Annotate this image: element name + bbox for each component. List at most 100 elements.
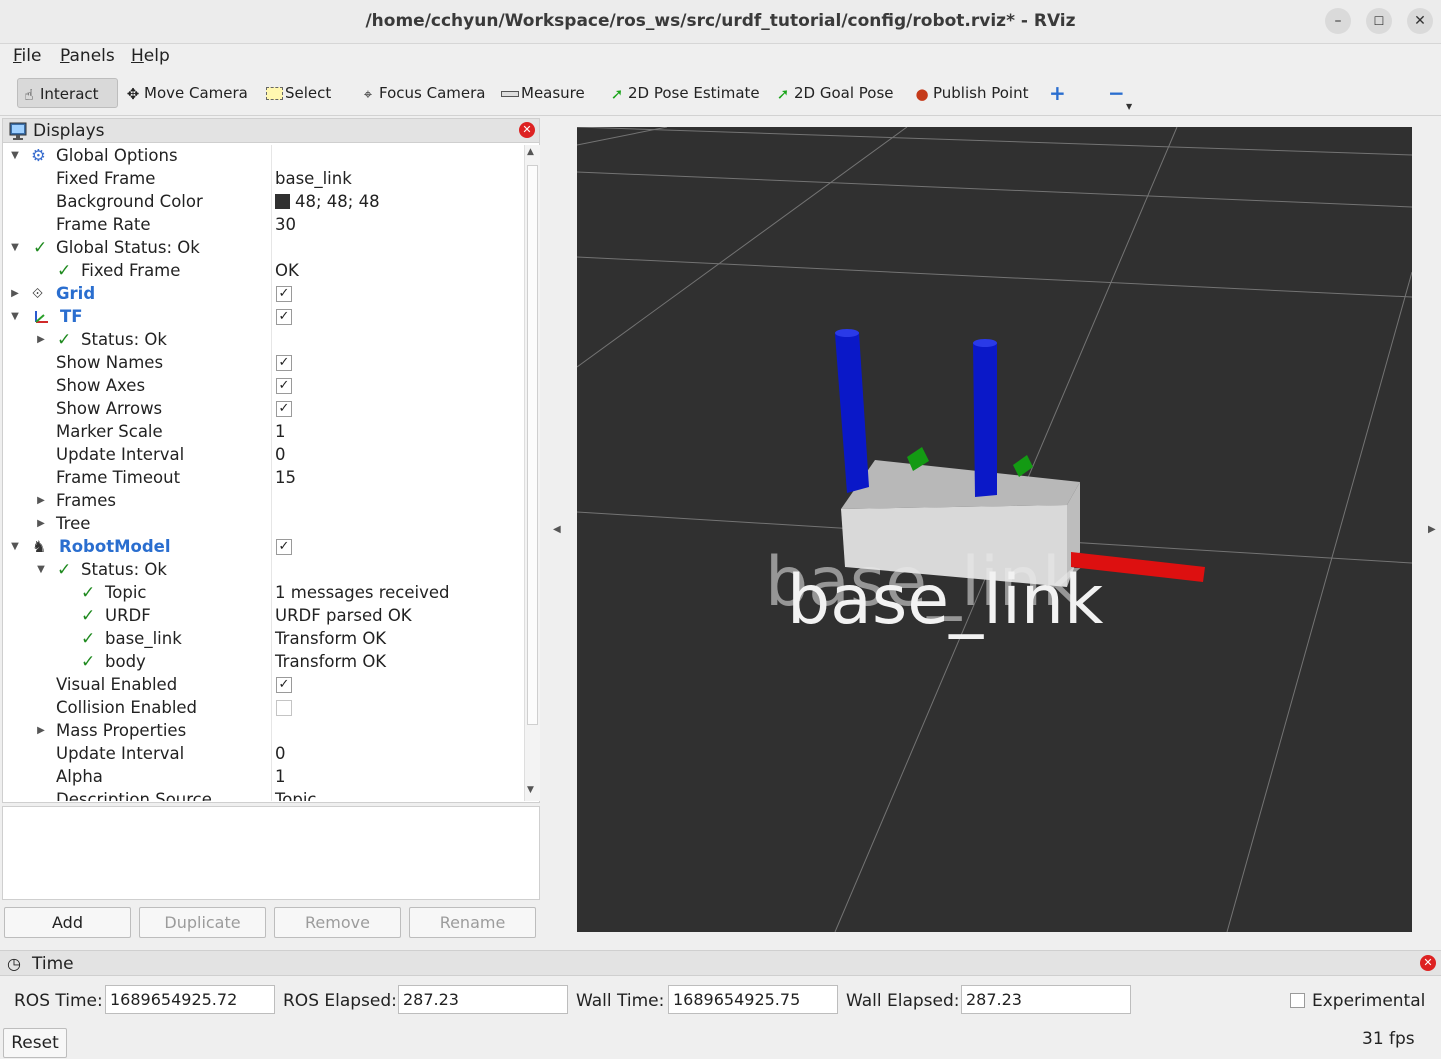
expand-arrow-icon[interactable]: ▶ xyxy=(9,283,21,305)
tree-row-marker-scale[interactable]: Marker Scale 1 xyxy=(3,421,523,444)
select-tool[interactable]: Select xyxy=(263,78,331,108)
close-panel-icon[interactable]: ✕ xyxy=(1420,955,1436,971)
tree-row-update-interval[interactable]: Update Interval 0 xyxy=(3,444,523,467)
tree-value[interactable]: 15 xyxy=(275,467,296,489)
tree-row-status-fixed-frame[interactable]: ✓ Fixed Frame OK xyxy=(3,260,523,283)
tree-row-frames[interactable]: ▶ Frames xyxy=(3,490,523,513)
tree-row-show-names[interactable]: Show Names ✓ xyxy=(3,352,523,375)
tree-value[interactable]: Topic xyxy=(275,789,317,801)
tree-row-fixed-frame[interactable]: Fixed Frame base_link xyxy=(3,168,523,191)
scroll-down-icon[interactable]: ▼ xyxy=(527,785,534,795)
menu-file-accel: F xyxy=(13,46,22,66)
collapse-left-icon[interactable]: ◀ xyxy=(553,524,561,535)
maximize-icon[interactable]: ☐ xyxy=(1366,8,1392,34)
publish-point-tool[interactable]: ● Publish Point xyxy=(911,78,1028,108)
tree-label: Status: Ok xyxy=(81,330,167,349)
tree-row-base-link[interactable]: ✓ base_link Transform OK xyxy=(3,628,523,651)
expand-arrow-icon[interactable]: ▼ xyxy=(9,145,21,167)
tree-row-background-color[interactable]: Background Color 48; 48; 48 xyxy=(3,191,523,214)
tree-value[interactable]: base_link xyxy=(275,168,352,190)
render-scene[interactable]: base_link base_link xyxy=(577,127,1412,932)
tree-value[interactable]: 48; 48; 48 xyxy=(275,191,380,213)
displays-scrollbar[interactable]: ▲ ▼ xyxy=(524,145,540,801)
tree-row-global-status[interactable]: ▼ ✓ Global Status: Ok xyxy=(3,237,523,260)
scroll-up-icon[interactable]: ▲ xyxy=(527,147,534,157)
expand-arrow-icon[interactable]: ▼ xyxy=(9,536,21,558)
grid-checkbox[interactable]: ✓ xyxy=(276,286,292,302)
tree-value[interactable]: 1 xyxy=(275,421,286,443)
tree-value[interactable]: 0 xyxy=(275,444,286,466)
tree-row-alpha[interactable]: Alpha 1 xyxy=(3,766,523,789)
tree-row-topic[interactable]: ✓ Topic 1 messages received xyxy=(3,582,523,605)
tree-row-urdf[interactable]: ✓ URDF URDF parsed OK xyxy=(3,605,523,628)
tree-value[interactable]: 1 xyxy=(275,766,286,788)
expand-arrow-icon[interactable]: ▼ xyxy=(9,306,21,328)
tree-row-rm-status[interactable]: ▼ ✓ Status: Ok xyxy=(3,559,523,582)
expand-arrow-icon[interactable]: ▶ xyxy=(35,720,47,742)
scroll-thumb[interactable] xyxy=(527,165,538,725)
move-camera-tool[interactable]: ✥ Move Camera xyxy=(122,78,248,108)
pose-estimate-tool[interactable]: ➚ 2D Pose Estimate xyxy=(606,78,760,108)
interact-tool[interactable]: ☝ Interact xyxy=(17,78,118,108)
tree-row-rm-update-interval[interactable]: Update Interval 0 xyxy=(3,743,523,766)
tree-row-body[interactable]: ✓ body Transform OK xyxy=(3,651,523,674)
experimental-checkbox[interactable] xyxy=(1290,993,1305,1008)
tree-row-visual-enabled[interactable]: Visual Enabled ✓ xyxy=(3,674,523,697)
show-names-checkbox[interactable]: ✓ xyxy=(276,355,292,371)
minimize-icon[interactable]: – xyxy=(1325,8,1351,34)
collision-enabled-checkbox[interactable] xyxy=(276,700,292,716)
show-arrows-checkbox[interactable]: ✓ xyxy=(276,401,292,417)
focus-camera-label: Focus Camera xyxy=(379,84,486,102)
expand-arrow-icon[interactable]: ▼ xyxy=(35,559,47,581)
add-button[interactable]: Add xyxy=(4,907,131,938)
tree-row-robot-model[interactable]: ▼ ♞ RobotModel ✓ xyxy=(3,536,523,559)
minus-icon[interactable]: − xyxy=(1108,78,1125,108)
wall-elapsed-field[interactable]: 287.23 xyxy=(961,985,1131,1014)
tree-row-grid[interactable]: ▶ ⟐ Grid ✓ xyxy=(3,283,523,306)
pose-estimate-label: 2D Pose Estimate xyxy=(628,84,760,102)
tool-dropdown-icon[interactable]: ▼ xyxy=(1126,92,1132,122)
plus-icon[interactable]: + xyxy=(1049,78,1066,108)
menu-help-accel: H xyxy=(131,46,144,66)
collapse-right-icon[interactable]: ▶ xyxy=(1428,524,1436,535)
goal-pose-tool[interactable]: ➚ 2D Goal Pose xyxy=(772,78,894,108)
ros-time-field[interactable]: 1689654925.72 xyxy=(105,985,275,1014)
tree-row-description-source[interactable]: Description Source Topic xyxy=(3,789,523,801)
tree-value[interactable]: 0 xyxy=(275,743,286,765)
duplicate-button[interactable]: Duplicate xyxy=(139,907,266,938)
visual-enabled-checkbox[interactable]: ✓ xyxy=(276,677,292,693)
reset-button[interactable]: Reset xyxy=(3,1028,67,1058)
close-panel-icon[interactable]: ✕ xyxy=(519,122,535,138)
wall-time-field[interactable]: 1689654925.75 xyxy=(668,985,838,1014)
tf-checkbox[interactable]: ✓ xyxy=(276,309,292,325)
expand-arrow-icon[interactable]: ▶ xyxy=(35,490,47,512)
tree-row-tree[interactable]: ▶ Tree xyxy=(3,513,523,536)
menu-panels[interactable]: Panels xyxy=(60,46,115,66)
show-axes-checkbox[interactable]: ✓ xyxy=(276,378,292,394)
expand-arrow-icon[interactable]: ▶ xyxy=(35,513,47,535)
menu-help[interactable]: Help xyxy=(131,46,170,66)
ros-elapsed-field[interactable]: 287.23 xyxy=(398,985,568,1014)
tree-value[interactable]: 30 xyxy=(275,214,296,236)
tree-row-collision-enabled[interactable]: Collision Enabled xyxy=(3,697,523,720)
tree-row-show-arrows[interactable]: Show Arrows ✓ xyxy=(3,398,523,421)
expand-arrow-icon[interactable]: ▼ xyxy=(9,237,21,259)
tree-label: Mass Properties xyxy=(56,721,187,740)
measure-tool[interactable]: Measure xyxy=(499,78,585,108)
tree-row-show-axes[interactable]: Show Axes ✓ xyxy=(3,375,523,398)
tree-row-mass-properties[interactable]: ▶ Mass Properties xyxy=(3,720,523,743)
tree-row-tf[interactable]: ▼ TF ✓ xyxy=(3,306,523,329)
expand-arrow-icon[interactable]: ▶ xyxy=(35,329,47,351)
menu-file[interactable]: File xyxy=(13,46,41,66)
tree-row-frame-timeout[interactable]: Frame Timeout 15 xyxy=(3,467,523,490)
tree-row-tf-status[interactable]: ▶ ✓ Status: Ok xyxy=(3,329,523,352)
tree-row-global-options[interactable]: ▼ ⚙ Global Options xyxy=(3,145,523,168)
remove-button[interactable]: Remove xyxy=(274,907,401,938)
rename-button[interactable]: Rename xyxy=(409,907,536,938)
render-view[interactable]: base_link base_link xyxy=(577,127,1412,932)
tree-label: Show Arrows xyxy=(56,399,163,418)
focus-camera-tool[interactable]: ⌖ Focus Camera xyxy=(357,78,486,108)
robot-model-checkbox[interactable]: ✓ xyxy=(276,539,292,555)
close-icon[interactable]: ✕ xyxy=(1407,8,1433,34)
tree-row-frame-rate[interactable]: Frame Rate 30 xyxy=(3,214,523,237)
